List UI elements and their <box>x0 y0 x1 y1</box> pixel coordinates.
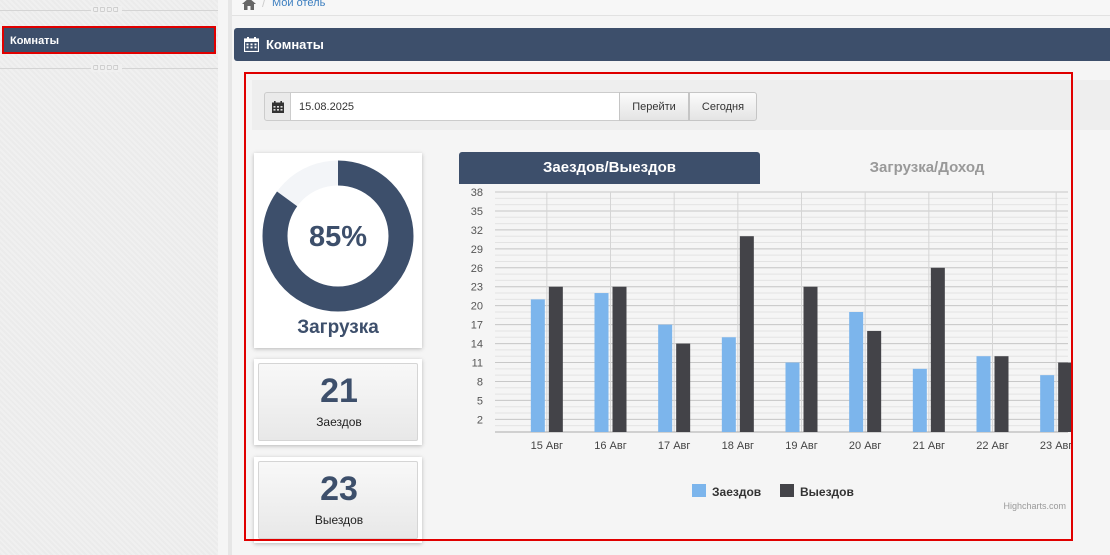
breadcrumb-link-my-hotel[interactable]: Мой отель <box>272 0 325 9</box>
sidebar-item-label: Комнаты <box>10 35 59 47</box>
sidebar-collapse-handle[interactable]: ▢▢▢▢ <box>91 64 122 72</box>
highlight-frame <box>244 72 1073 541</box>
sidebar: ▢▢▢▢ Комнаты ▢▢▢▢ <box>0 0 218 555</box>
sidebar-edge <box>228 0 232 555</box>
page-title: Комнаты <box>266 37 324 52</box>
breadcrumb-separator: / <box>262 0 266 10</box>
page-header: Комнаты <box>234 28 1110 61</box>
breadcrumb: / Мой отель <box>232 0 1110 16</box>
home-icon[interactable] <box>242 0 256 10</box>
calendar-icon <box>244 37 259 52</box>
sidebar-collapse-handle[interactable]: ▢▢▢▢ <box>91 6 122 14</box>
sidebar-item-rooms[interactable]: Комнаты <box>2 26 216 54</box>
